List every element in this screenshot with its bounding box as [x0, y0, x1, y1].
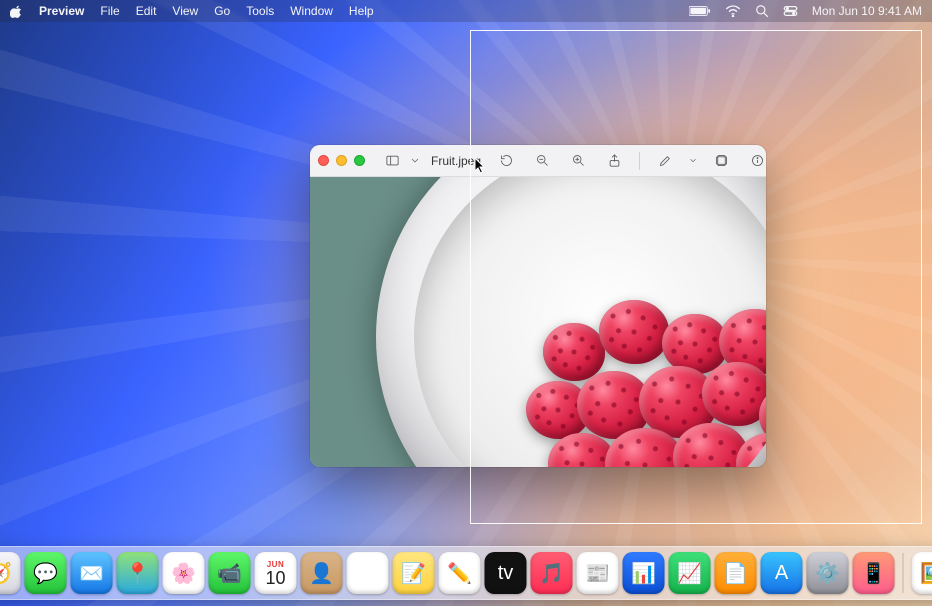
dock-mail[interactable]: ✉️	[71, 552, 113, 594]
highlight-menu-chevron-icon[interactable]	[688, 150, 698, 172]
dock-maps[interactable]: 📍	[117, 552, 159, 594]
dock-notes[interactable]: 📝	[393, 552, 435, 594]
apple-menu-icon[interactable]	[10, 5, 23, 18]
rotate-left-button[interactable]	[493, 150, 519, 172]
menubar-clock[interactable]: Mon Jun 10 9:41 AM	[812, 4, 922, 18]
desktop: Preview File Edit View Go Tools Window H…	[0, 0, 932, 606]
spotlight-icon[interactable]	[755, 4, 769, 18]
control-center-icon[interactable]	[783, 5, 798, 17]
dock-iphone-mirroring[interactable]: 📱	[853, 552, 895, 594]
traffic-lights	[318, 155, 365, 166]
zoom-out-button[interactable]	[529, 150, 555, 172]
photo-raspberries	[537, 314, 766, 467]
dock-facetime[interactable]: 📹	[209, 552, 251, 594]
dock-calendar[interactable]: JUN10	[255, 552, 297, 594]
menubar: Preview File Edit View Go Tools Window H…	[0, 0, 932, 22]
dock-appstore[interactable]: A	[761, 552, 803, 594]
image-canvas[interactable]	[310, 177, 766, 467]
dock-freeform[interactable]: ✏️	[439, 552, 481, 594]
photo-bowl	[376, 177, 766, 467]
dock-music[interactable]: 🎵	[531, 552, 573, 594]
menubar-view[interactable]: View	[172, 4, 198, 18]
dock-news[interactable]: 📰	[577, 552, 619, 594]
dock-photos[interactable]: 🌸	[163, 552, 205, 594]
menubar-go[interactable]: Go	[214, 4, 230, 18]
menubar-edit[interactable]: Edit	[136, 4, 157, 18]
wifi-icon[interactable]	[725, 5, 741, 17]
menubar-help[interactable]: Help	[349, 4, 374, 18]
dock-messages[interactable]: 💬	[25, 552, 67, 594]
menubar-app-name[interactable]: Preview	[39, 4, 84, 18]
crop-button[interactable]	[708, 150, 734, 172]
dock-settings[interactable]: ⚙️	[807, 552, 849, 594]
battery-icon[interactable]	[689, 5, 711, 17]
menubar-window[interactable]: Window	[290, 4, 333, 18]
window-minimize-button[interactable]	[336, 155, 347, 166]
dock-tv[interactable]: tv	[485, 552, 527, 594]
dock-separator	[903, 553, 904, 593]
sidebar-toggle-button[interactable]	[379, 150, 405, 172]
window-close-button[interactable]	[318, 155, 329, 166]
window-fullscreen-button[interactable]	[354, 155, 365, 166]
menubar-tools[interactable]: Tools	[246, 4, 274, 18]
dock-numbers[interactable]: 📈	[669, 552, 711, 594]
dock-preview-running[interactable]: 🖼️	[912, 552, 932, 594]
sidebar-menu-chevron-icon[interactable]	[409, 150, 421, 172]
calendar-day: 10	[265, 569, 285, 587]
dock-safari[interactable]: 🧭	[0, 552, 21, 594]
dock-reminders[interactable]: ☰	[347, 552, 389, 594]
window-title: Fruit.jpeg	[431, 154, 481, 168]
zoom-in-button[interactable]	[565, 150, 591, 172]
menubar-file[interactable]: File	[100, 4, 119, 18]
info-button[interactable]	[744, 150, 766, 172]
dock-contacts[interactable]: 👤	[301, 552, 343, 594]
share-button[interactable]	[601, 150, 627, 172]
dock-pages[interactable]: 📄	[715, 552, 757, 594]
highlight-button[interactable]	[652, 150, 678, 172]
preview-window[interactable]: Fruit.jpeg	[310, 145, 766, 467]
toolbar-separator	[639, 152, 640, 170]
window-titlebar[interactable]: Fruit.jpeg	[310, 145, 766, 177]
photo-background	[310, 177, 766, 467]
dock-keynote[interactable]: 📊	[623, 552, 665, 594]
dock: 😊▦🧭💬✉️📍🌸📹JUN10👤☰📝✏️tv🎵📰📊📈📄A⚙️📱🖼️📁🗑️	[0, 546, 932, 600]
